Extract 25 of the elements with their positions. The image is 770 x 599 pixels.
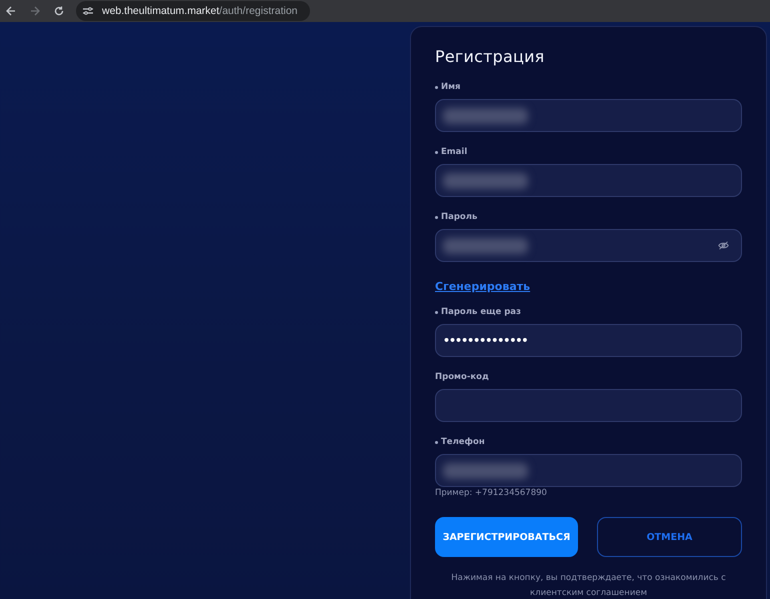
field-label: Промо-код (435, 372, 489, 382)
generate-link[interactable]: Сгенерировать (435, 280, 530, 293)
field-label: Телефон (441, 437, 485, 447)
register-button[interactable]: ЗАРЕГИСТРИРОВАТЬСЯ (435, 517, 578, 557)
cancel-button[interactable]: ОТМЕНА (597, 517, 742, 557)
reload-icon[interactable] (54, 6, 64, 16)
field-hint: Пример: +791234567890 (435, 488, 548, 498)
field-label: Имя (441, 82, 461, 92)
field-label: Пароль еще раз (441, 307, 521, 317)
site-settings-icon[interactable] (82, 6, 94, 16)
input-field[interactable] (435, 454, 742, 487)
input-field[interactable] (435, 164, 742, 197)
hidden-eye-icon[interactable] (718, 241, 729, 250)
input-field[interactable] (435, 229, 742, 262)
url-text: web.theultimatum.market/auth/registration (102, 5, 298, 17)
back-icon[interactable] (6, 6, 16, 16)
address-bar[interactable]: web.theultimatum.market/auth/registration (76, 1, 310, 21)
input-field[interactable] (435, 389, 742, 422)
field-label: Email (441, 147, 468, 157)
form-title: Регистрация (435, 47, 546, 66)
forward-icon[interactable] (30, 6, 40, 16)
field-label: Пароль (441, 212, 478, 222)
agreement-note: Нажимая на кнопку, вы подтверждаете, что ознакомились с клиентским соглашением (450, 572, 727, 599)
input-field[interactable]: •••••••••••••• (435, 324, 742, 357)
input-field[interactable] (435, 99, 742, 132)
